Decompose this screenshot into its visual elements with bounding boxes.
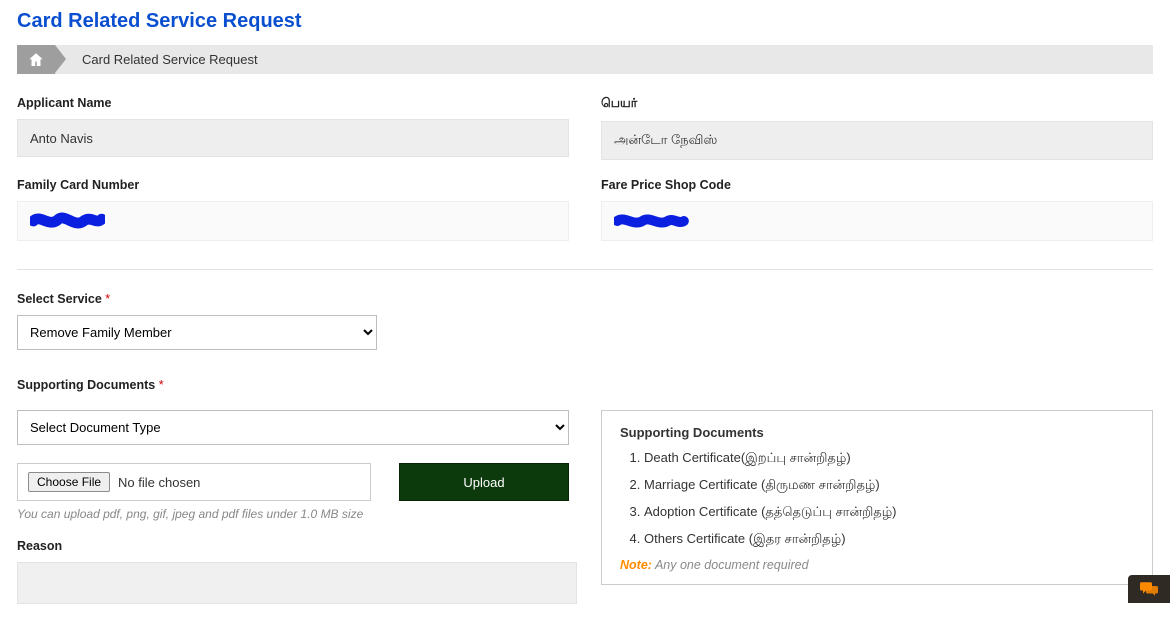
select-service-dropdown[interactable]: Remove Family Member bbox=[17, 315, 377, 350]
breadcrumb-current: Card Related Service Request bbox=[55, 45, 258, 74]
name-tamil-value: அன்டோ நேவிஸ் bbox=[601, 121, 1153, 160]
required-marker: * bbox=[159, 378, 164, 392]
required-marker: * bbox=[105, 292, 110, 306]
document-type-dropdown[interactable]: Select Document Type bbox=[17, 410, 569, 445]
upload-button[interactable]: Upload bbox=[399, 463, 569, 501]
section-divider bbox=[17, 269, 1153, 270]
reason-label: Reason bbox=[17, 539, 569, 553]
doc-list-item: Adoption Certificate (தத்தெடுப்பு சான்றி… bbox=[644, 504, 1134, 521]
redacted-icon bbox=[614, 212, 689, 230]
supporting-docs-panel-title: Supporting Documents bbox=[620, 425, 1134, 440]
upload-hint: You can upload pdf, png, gif, jpeg and p… bbox=[17, 507, 569, 521]
home-icon bbox=[27, 51, 45, 69]
doc-list-item: Death Certificate(இறப்பு சான்றிதழ்) bbox=[644, 450, 1134, 467]
name-tamil-label: பெயர் bbox=[601, 96, 1153, 112]
family-card-label: Family Card Number bbox=[17, 178, 569, 192]
doc-list-item: Marriage Certificate (திருமண சான்றிதழ்) bbox=[644, 477, 1134, 494]
doc-note-label: Note: bbox=[620, 558, 652, 572]
doc-note: Note: Any one document required bbox=[620, 558, 1134, 572]
breadcrumb-home[interactable] bbox=[17, 45, 55, 74]
supporting-docs-label: Supporting Documents * bbox=[17, 378, 1153, 392]
breadcrumb: Card Related Service Request bbox=[17, 45, 1153, 74]
doc-note-text: Any one document required bbox=[652, 558, 809, 572]
family-card-value bbox=[17, 201, 569, 241]
choose-file-button[interactable]: Choose File bbox=[28, 472, 110, 492]
chat-icon bbox=[1140, 582, 1158, 596]
redacted-icon bbox=[30, 212, 105, 230]
fare-shop-value bbox=[601, 201, 1153, 241]
file-chosen-status: No file chosen bbox=[118, 475, 200, 490]
chat-widget[interactable] bbox=[1128, 575, 1170, 603]
supporting-docs-panel: Supporting Documents Death Certificate(இ… bbox=[601, 410, 1153, 585]
reason-input[interactable] bbox=[17, 562, 577, 604]
supporting-docs-label-text: Supporting Documents bbox=[17, 378, 155, 392]
page-title: Card Related Service Request bbox=[17, 10, 1153, 33]
select-service-label: Select Service * bbox=[17, 292, 1153, 306]
applicant-name-value: Anto Navis bbox=[17, 119, 569, 157]
applicant-name-label: Applicant Name bbox=[17, 96, 569, 110]
file-input-box[interactable]: Choose File No file chosen bbox=[17, 463, 371, 501]
doc-list-item: Others Certificate (இதர சான்றிதழ்) bbox=[644, 531, 1134, 548]
select-service-label-text: Select Service bbox=[17, 292, 102, 306]
fare-shop-label: Fare Price Shop Code bbox=[601, 178, 1153, 192]
